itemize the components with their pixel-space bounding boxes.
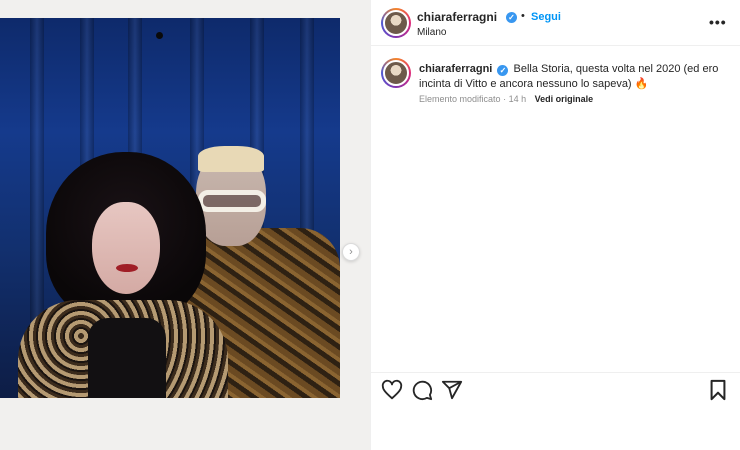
heart-icon[interactable] [381,379,403,401]
avatar[interactable] [381,8,411,38]
time-separator: · [503,94,507,104]
post-photo [0,18,340,398]
post-sidebar: chiaraferragni ✓ • Segui Milano ••• chia… [370,0,740,450]
author-username[interactable]: chiaraferragni [417,10,497,24]
paper-plane-icon[interactable] [441,379,463,401]
avatar-image [383,10,409,36]
see-original-link[interactable]: Vedi originale [535,94,594,104]
caption-username[interactable]: chiaraferragni [419,63,492,75]
man-hair [198,146,264,172]
separator-dot: • [521,10,525,22]
woman-dress [88,318,166,398]
woman-lips [116,264,138,272]
follow-button[interactable]: Segui [531,11,561,23]
caption-meta: Elemento modificato · 14 h Vedi original… [419,94,593,104]
verified-badge-icon: ✓ [506,12,517,23]
post-media[interactable]: › [0,0,370,450]
woman-face [92,202,160,294]
post-location[interactable]: Milano [417,27,446,38]
post-header: chiaraferragni ✓ • Segui Milano ••• [371,0,740,46]
man-sunglasses [198,190,266,212]
more-options-icon[interactable]: ••• [709,14,727,30]
comment-icon[interactable] [411,379,433,401]
chevron-right-icon[interactable]: › [342,243,360,261]
verified-badge-icon: ✓ [497,65,509,76]
caption-avatar[interactable] [381,58,411,88]
curtain-hook [156,32,163,39]
avatar-image [383,60,409,86]
action-bar [371,372,740,408]
edited-label: Elemento modificato [419,94,501,104]
time-ago[interactable]: 14 h [509,94,527,104]
caption: chiaraferragni ✓ Bella Storia, questa vo… [419,62,719,92]
bookmark-icon[interactable] [707,379,729,401]
